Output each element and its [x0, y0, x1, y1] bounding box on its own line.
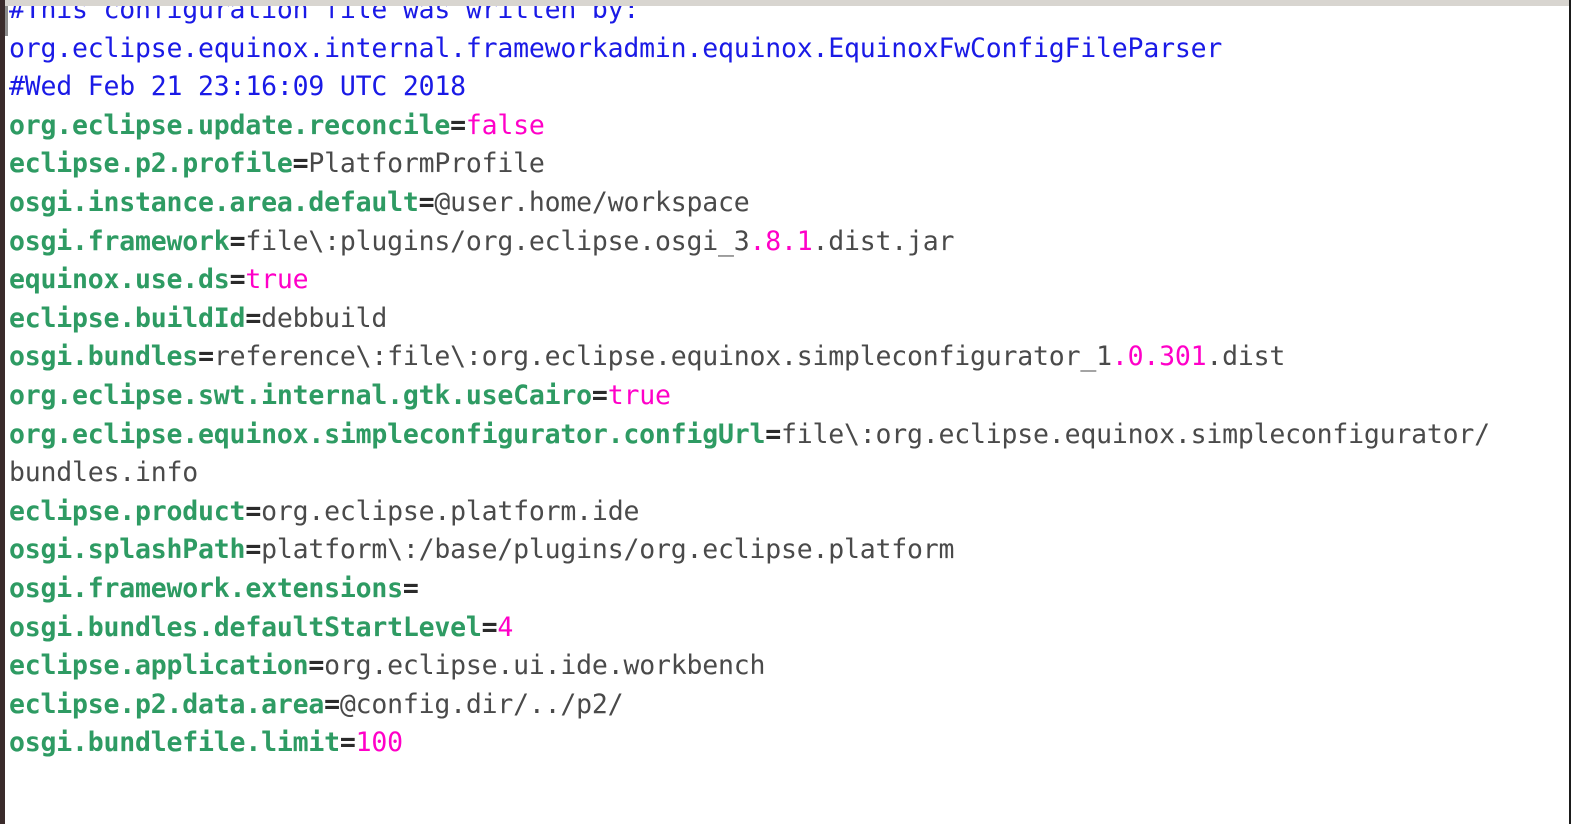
property-key-token: org.eclipse.equinox.simpleconfigurator.c…	[9, 418, 766, 450]
equals-token: =	[339, 727, 356, 759]
literal-token: 4	[497, 611, 514, 643]
property-value-token: org.eclipse.platform.ide	[261, 495, 640, 527]
property-value-token: @config.dir/../p2/	[339, 688, 624, 720]
literal-token: true	[245, 264, 309, 296]
code-line[interactable]: org.eclipse.equinox.simpleconfigurator.c…	[5, 416, 1569, 455]
code-line[interactable]: eclipse.product=org.eclipse.platform.ide	[5, 493, 1569, 532]
property-value-token: file\:org.eclipse.equinox.simpleconfigur…	[780, 418, 1490, 450]
property-value-token: @user.home/workspace	[434, 186, 750, 218]
property-value-token: org.eclipse.ui.ide.workbench	[324, 650, 766, 682]
code-line[interactable]: osgi.framework.extensions=	[5, 570, 1569, 609]
code-line[interactable]: osgi.instance.area.default=@user.home/wo…	[5, 184, 1569, 223]
property-key-token: org.eclipse.update.reconcile	[9, 109, 451, 141]
property-key-token: equinox.use.ds	[9, 264, 230, 296]
editor-right-gutter	[1571, 0, 1593, 824]
equals-token: =	[198, 341, 214, 373]
property-value-token: .dist	[1206, 341, 1286, 373]
text-viewport[interactable]: #This configuration file was written by:…	[5, 0, 1569, 824]
editor-right-edge	[1569, 0, 1571, 824]
property-key-token: org.eclipse.swt.internal.gtk.useCairo	[9, 379, 592, 411]
property-value-token: platform\:/base/plugins/org.eclipse.plat…	[261, 534, 955, 566]
code-line[interactable]: eclipse.p2.data.area=@config.dir/../p2/	[5, 686, 1569, 725]
property-value-token: debbuild	[261, 302, 388, 334]
code-line[interactable]: osgi.splashPath=platform\:/base/plugins/…	[5, 531, 1569, 570]
comment-token: org.eclipse.equinox.internal.frameworkad…	[9, 32, 1223, 64]
code-line[interactable]: equinox.use.ds=true	[5, 261, 1569, 300]
code-line[interactable]: eclipse.application=org.eclipse.ui.ide.w…	[5, 647, 1569, 686]
property-key-token: eclipse.p2.profile	[9, 148, 293, 180]
equals-token: =	[245, 495, 262, 527]
code-line[interactable]: osgi.bundles=reference\:file\:org.eclips…	[5, 338, 1569, 377]
code-area[interactable]: #This configuration file was written by:…	[5, 0, 1569, 763]
property-key-token: eclipse.p2.data.area	[9, 688, 325, 720]
text-caret	[5, 6, 8, 36]
equals-token: =	[402, 572, 419, 604]
property-key-token: osgi.bundlefile.limit	[9, 727, 340, 759]
property-key-token: eclipse.buildId	[9, 302, 246, 334]
equals-token: =	[245, 534, 262, 566]
property-key-token: osgi.bundles	[9, 341, 199, 373]
editor-top-band	[0, 0, 1593, 6]
literal-token: true	[607, 379, 671, 411]
code-line[interactable]: osgi.bundles.defaultStartLevel=4	[5, 609, 1569, 648]
equals-token: =	[765, 418, 781, 450]
equals-token: =	[292, 148, 309, 180]
code-line[interactable]: bundles.info	[5, 454, 1569, 493]
equals-token: =	[591, 379, 608, 411]
property-value-token: PlatformProfile	[308, 148, 545, 180]
property-key-token: osgi.splashPath	[9, 534, 246, 566]
equals-token: =	[324, 688, 340, 720]
code-line[interactable]: #Wed Feb 21 23:16:09 UTC 2018	[5, 68, 1569, 107]
property-key-token: eclipse.product	[9, 495, 246, 527]
editor-left-edge	[0, 0, 5, 824]
equals-token: =	[481, 611, 498, 643]
code-line[interactable]: org.eclipse.equinox.internal.frameworkad…	[5, 30, 1569, 69]
text-editor-window: #This configuration file was written by:…	[0, 0, 1593, 824]
property-key-token: eclipse.application	[9, 650, 309, 682]
literal-token: false	[465, 109, 545, 141]
property-value-token: reference\:file\:org.eclipse.equinox.sim…	[213, 341, 1112, 373]
property-key-token: osgi.bundles.defaultStartLevel	[9, 611, 482, 643]
equals-token: =	[418, 186, 435, 218]
literal-token: .0.301	[1111, 341, 1207, 373]
equals-token: =	[229, 264, 246, 296]
equals-token: =	[308, 650, 325, 682]
property-value-token: file\:plugins/org.eclipse.osgi_3	[245, 225, 750, 257]
equals-token: =	[229, 225, 246, 257]
property-key-token: osgi.framework	[9, 225, 230, 257]
equals-token: =	[450, 109, 466, 141]
code-line[interactable]: eclipse.buildId=debbuild	[5, 300, 1569, 339]
comment-token: #Wed Feb 21 23:16:09 UTC 2018	[9, 71, 466, 103]
property-key-token: osgi.instance.area.default	[9, 186, 419, 218]
literal-token: 100	[355, 727, 403, 759]
code-line[interactable]: org.eclipse.update.reconcile=false	[5, 107, 1569, 146]
code-line[interactable]: osgi.bundlefile.limit=100	[5, 724, 1569, 763]
code-line[interactable]: org.eclipse.swt.internal.gtk.useCairo=tr…	[5, 377, 1569, 416]
property-key-token: osgi.framework.extensions	[9, 572, 403, 604]
code-line[interactable]: osgi.framework=file\:plugins/org.eclipse…	[5, 223, 1569, 262]
equals-token: =	[245, 302, 262, 334]
literal-token: .8.1	[749, 225, 813, 257]
code-line[interactable]: eclipse.p2.profile=PlatformProfile	[5, 145, 1569, 184]
property-value-token: .dist.jar	[812, 225, 955, 257]
property-value-token: bundles.info	[9, 457, 199, 489]
